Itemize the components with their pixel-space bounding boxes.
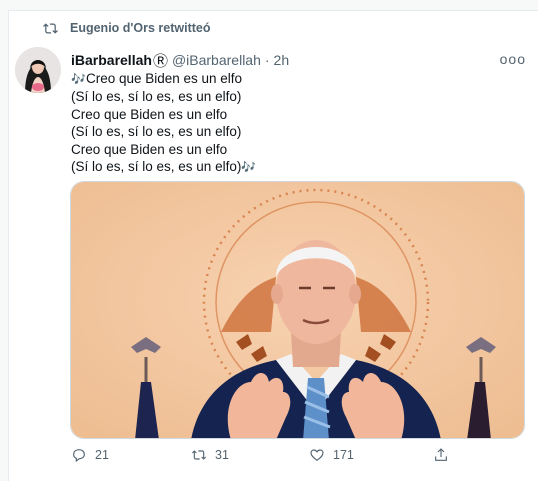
display-name[interactable]: iBarbarellah (71, 52, 152, 68)
retweet-icon (43, 22, 58, 34)
tweet-actions: 21 31 171 (71, 447, 491, 465)
separator: · (264, 52, 270, 68)
tweet-line-4: (Sí lo es, sí lo es, es un elfo) (71, 124, 242, 140)
timestamp[interactable]: 2h (274, 52, 290, 68)
retweet-count: 31 (215, 448, 229, 462)
more-options-icon[interactable]: ooo (500, 52, 526, 66)
avatar[interactable] (15, 47, 61, 93)
reply-icon (73, 449, 85, 463)
tweet-text: 🎶Creo que Biden es un elfo (Sí lo es, sí… (71, 70, 501, 176)
share-icon (435, 448, 447, 461)
user-handle[interactable]: @iBarbarellah (172, 52, 261, 68)
tweet-line-6: (Sí lo es, sí lo es, es un elfo)🎶 (71, 159, 257, 175)
tweet-image[interactable] (70, 181, 525, 439)
heart-icon (310, 449, 324, 462)
share-button[interactable] (433, 447, 449, 463)
retweet-context: Eugenio d'Ors retwitteó (43, 19, 211, 37)
tweet-header: iBarbarellah Ⓡ @iBarbarellah · 2h ooo (71, 50, 526, 70)
registered-badge: Ⓡ (152, 52, 168, 70)
retweet-label[interactable]: Eugenio d'Ors retwitteó (70, 21, 211, 35)
tweet-line-3: Creo que Biden es un elfo (71, 106, 228, 122)
tweet-card[interactable]: Eugenio d'Ors retwitteó iBarbarellah Ⓡ @… (8, 10, 538, 481)
retweet-icon (191, 450, 207, 460)
like-count: 171 (333, 448, 354, 462)
retweet-button[interactable]: 31 (191, 447, 229, 463)
tweet-line-2: (Sí lo es, sí lo es, es un elfo) (71, 89, 242, 105)
reply-button[interactable]: 21 (71, 447, 109, 463)
music-note-icon: 🎶 (71, 72, 86, 86)
reply-count: 21 (95, 448, 109, 462)
tweet-line-5: Creo que Biden es un elfo (71, 141, 228, 157)
tweet-line-1: 🎶Creo que Biden es un elfo (71, 71, 243, 86)
music-note-icon: 🎶 (241, 160, 257, 175)
like-button[interactable]: 171 (309, 447, 354, 463)
